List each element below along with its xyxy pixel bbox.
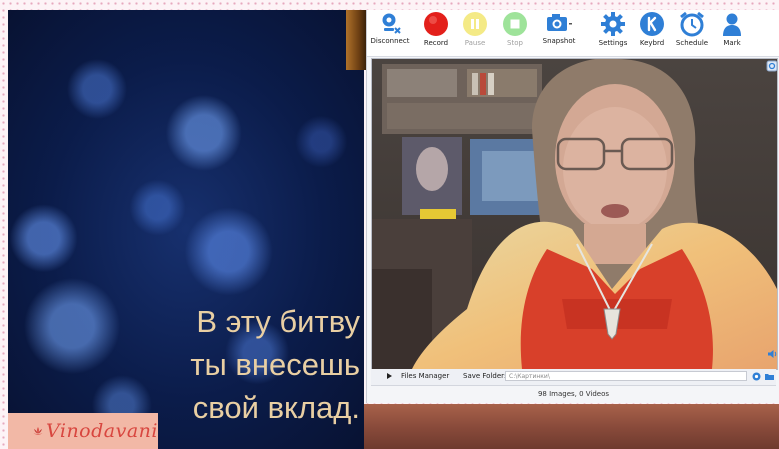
- alarm-clock-icon: [680, 11, 704, 37]
- frame-edge: [346, 10, 368, 70]
- channel-logo: Vinodavani: [8, 413, 158, 449]
- media-count: 98 Images, 0 Videos: [537, 390, 610, 398]
- snapshot-button[interactable]: Snapshot: [538, 11, 580, 55]
- background-strip: [364, 404, 779, 449]
- pause-label: Pause: [464, 39, 486, 47]
- toolbar: Disconnect Record Pause Stop Snapshot Se…: [367, 10, 779, 57]
- mark-label: Mark: [723, 39, 741, 47]
- pause-button[interactable]: Pause: [454, 11, 496, 55]
- settings-label: Settings: [598, 39, 628, 47]
- camera-icon: [547, 14, 572, 31]
- stop-icon: [503, 12, 527, 36]
- screen: В эту битву ты внесешь свой вклад. Vinod…: [0, 0, 779, 449]
- schedule-button[interactable]: Schedule: [671, 11, 713, 55]
- files-bar: Files Manager Save Folder: C:\Картинки\: [371, 369, 776, 386]
- webcam-app-window: Disconnect Record Pause Stop Snapshot Se…: [366, 10, 779, 403]
- save-folder-label: Save Folder:: [463, 372, 507, 380]
- folder-settings-icon[interactable]: [751, 371, 762, 382]
- keyboard-label: Keybrd: [639, 39, 665, 47]
- logo-text: Vinodavani: [45, 420, 158, 442]
- files-manager-link[interactable]: Files Manager: [401, 372, 449, 380]
- webcam-scene: [372, 59, 777, 369]
- disconnect-icon: [382, 13, 401, 34]
- person-icon: [723, 13, 741, 36]
- webcam-settings-icon[interactable]: [766, 60, 778, 72]
- keyboard-button[interactable]: Keybrd: [631, 11, 673, 55]
- save-folder-field[interactable]: C:\Картинки\: [505, 371, 747, 381]
- disconnect-button[interactable]: Disconnect: [369, 11, 411, 55]
- snapshot-label: Snapshot: [542, 37, 576, 45]
- caption-line: ты внесешь: [190, 347, 360, 382]
- caption-line: В эту битву: [196, 304, 360, 339]
- expand-arrow-icon[interactable]: [387, 373, 392, 379]
- webcam-preview: [371, 58, 778, 370]
- volume-icon[interactable]: [766, 348, 778, 360]
- slide-caption: В эту битву ты внесешь свой вклад.: [120, 300, 360, 429]
- record-button[interactable]: Record: [415, 11, 457, 55]
- keyboard-icon: [640, 12, 664, 36]
- record-label: Record: [423, 39, 449, 47]
- gear-icon: [601, 12, 625, 36]
- disconnect-label: Disconnect: [370, 37, 410, 45]
- record-icon: [424, 12, 448, 36]
- lotus-icon: [33, 427, 43, 435]
- schedule-label: Schedule: [675, 39, 709, 47]
- mark-button[interactable]: Mark: [711, 11, 753, 55]
- settings-button[interactable]: Settings: [592, 11, 634, 55]
- stop-label: Stop: [507, 39, 523, 47]
- stop-button[interactable]: Stop: [494, 11, 536, 55]
- open-folder-icon[interactable]: [764, 371, 775, 382]
- pause-icon: [463, 12, 487, 36]
